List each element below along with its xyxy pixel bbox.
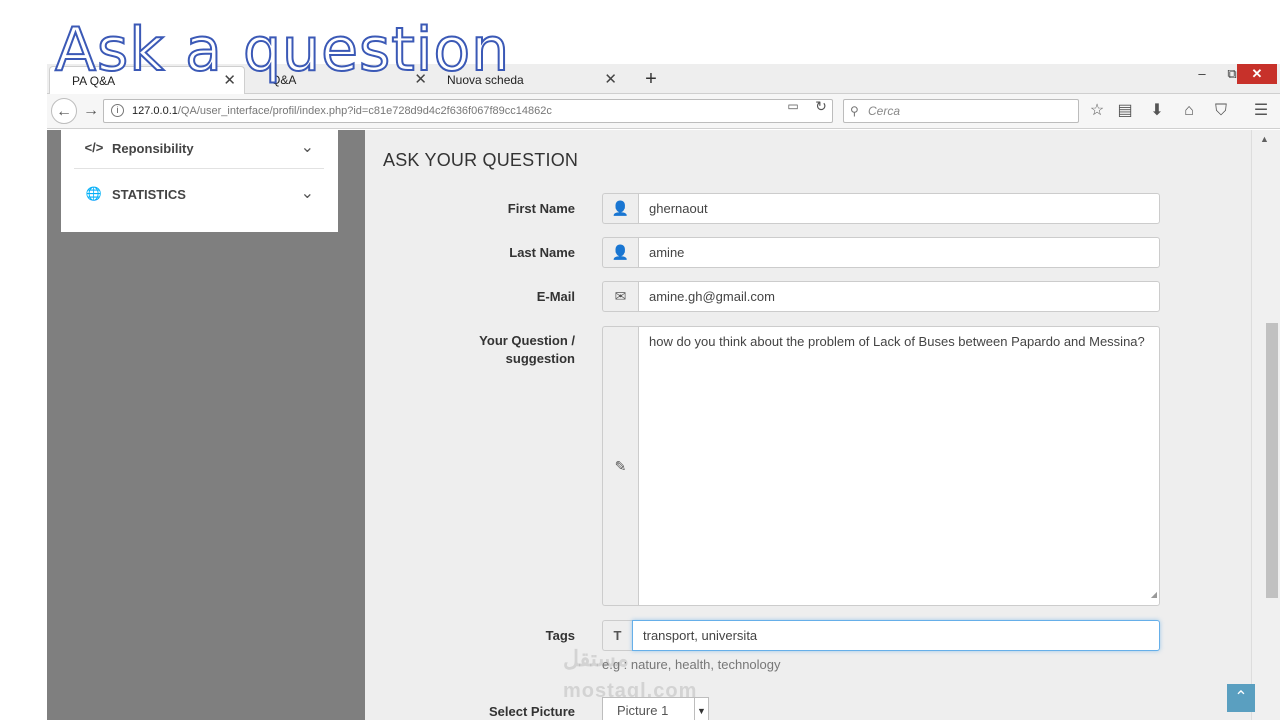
envelope-icon: ✉ (602, 281, 638, 312)
download-icon[interactable]: ⬇ (1145, 99, 1169, 123)
search-input[interactable]: ⚲ Cerca (843, 99, 1079, 123)
screen: Ask a question PA Q&A ✕ Q&A ✕ Nuova sche… (0, 0, 1280, 720)
divider (74, 168, 324, 169)
page-title: ASK YOUR QUESTION (383, 150, 579, 170)
desktop-margin (0, 64, 47, 720)
tags-help-text: e.g : nature, health, technology (602, 657, 781, 672)
sidebar-item-label: Reponsibility (112, 141, 194, 156)
code-icon: </> (84, 140, 104, 155)
select-picture-label: Select Picture (489, 704, 575, 719)
first-name-field[interactable]: ghernaout (638, 193, 1160, 224)
url-bar[interactable]: i 127.0.0.1/QA/user_interface/profil/ind… (103, 99, 833, 123)
slide-title: Ask a question (54, 14, 511, 86)
user-icon: 👤 (602, 193, 638, 224)
bookmark-star-icon[interactable]: ☆ (1085, 99, 1109, 123)
page-viewport: </> Reponsibility ⌄ 🌐 STATISTICS ⌄ ASK Y… (47, 130, 1251, 720)
sidebar-item-statistics[interactable]: 🌐 STATISTICS ⌄ (74, 180, 324, 226)
browser-nav-bar: ← → i 127.0.0.1/QA/user_interface/profil… (47, 94, 1280, 129)
search-placeholder: Cerca (868, 104, 901, 118)
tags-label: Tags (545, 628, 575, 643)
last-name-label: Last Name (509, 245, 575, 260)
search-icon: ⚲ (850, 104, 859, 118)
minimize-button[interactable]: – (1187, 64, 1217, 84)
url-path: /QA/user_interface/profil/index.php?id=c… (177, 105, 552, 117)
tags-input[interactable]: transport, universita (632, 620, 1160, 651)
sidebar-panel: </> Reponsibility ⌄ 🌐 STATISTICS ⌄ (61, 130, 338, 232)
pocket-icon[interactable]: ⛉ (1209, 99, 1233, 123)
user-icon: 👤 (602, 237, 638, 268)
email-field[interactable]: amine.gh@gmail.com (638, 281, 1160, 312)
chevron-down-icon: ▼ (694, 698, 708, 720)
back-arrow-icon[interactable]: ← (51, 98, 77, 124)
forward-arrow-icon[interactable]: → (77, 98, 105, 124)
info-icon[interactable]: i (111, 104, 124, 117)
picture-select[interactable]: Picture 1 ▼ (602, 697, 709, 720)
first-name-label: First Name (507, 201, 575, 216)
page-scrollbar[interactable]: ▲ (1251, 130, 1280, 720)
question-label-line1: Your Question / (479, 333, 575, 348)
home-icon[interactable]: ⌂ (1177, 99, 1201, 123)
sidebar-item-label: STATISTICS (112, 187, 186, 202)
reload-icon[interactable]: ↻ (811, 98, 831, 114)
reader-view-icon[interactable]: ▭ (783, 99, 803, 113)
window-close-button[interactable]: ✕ (1237, 64, 1277, 84)
sidebar-item-reponsibility[interactable]: </> Reponsibility ⌄ (74, 134, 324, 180)
picture-select-value: Picture 1 (617, 703, 669, 718)
last-name-field[interactable]: amine (638, 237, 1160, 268)
chevron-down-icon[interactable]: ⌄ (301, 137, 314, 157)
chevron-down-icon[interactable]: ⌄ (301, 183, 314, 203)
bookmarks-list-icon[interactable]: ▤ (1113, 99, 1137, 123)
question-label: Your Question / suggestion (375, 332, 575, 368)
question-text: how do you think about the problem of La… (649, 334, 1145, 349)
question-label-line2: suggestion (505, 351, 575, 366)
scrollbar-thumb[interactable] (1266, 323, 1278, 598)
question-form: ASK YOUR QUESTION First Name 👤 ghernaout… (365, 130, 1251, 720)
new-tab-button[interactable]: + (637, 66, 665, 94)
pencil-icon: ✎ (602, 326, 638, 606)
question-textarea[interactable]: how do you think about the problem of La… (638, 326, 1160, 606)
menu-icon[interactable]: ☰ (1249, 99, 1273, 123)
back-to-top-button[interactable]: ⌃ (1227, 684, 1255, 712)
resize-handle-icon[interactable]: ◢ (1151, 586, 1157, 603)
close-icon[interactable]: ✕ (604, 66, 617, 94)
email-label: E-Mail (536, 289, 575, 304)
globe-icon: 🌐 (85, 186, 103, 201)
url-host: 127.0.0.1 (132, 105, 178, 117)
scroll-up-icon[interactable]: ▲ (1260, 134, 1269, 144)
